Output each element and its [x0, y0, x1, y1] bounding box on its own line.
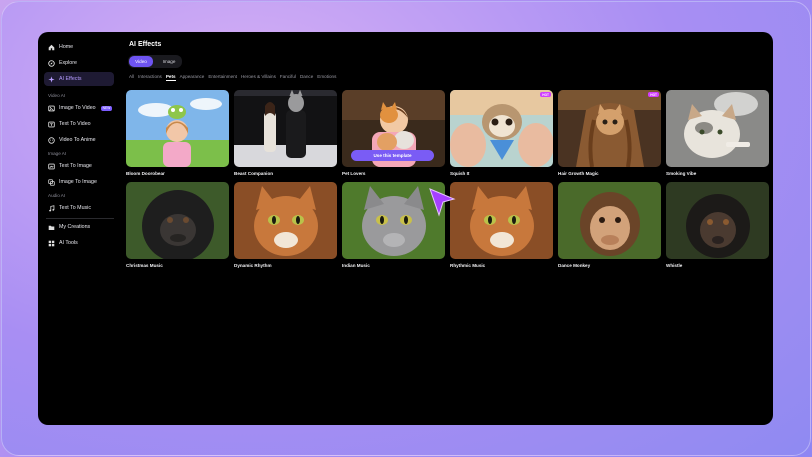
- hot-badge: HOT: [648, 92, 659, 97]
- effect-card[interactable]: Christmas Music: [126, 182, 229, 268]
- card-thumbnail: [558, 182, 661, 259]
- section-heading-audio-ai: Audio AI: [48, 193, 66, 198]
- card-title: Beast Companion: [234, 171, 274, 176]
- card-title: Indian Music: [342, 263, 370, 268]
- card-title: Pet Lovers: [342, 171, 366, 176]
- card-thumbnail: [666, 182, 769, 259]
- hot-badge: HOT: [540, 92, 551, 97]
- sidebar-item-label: Text To Music: [59, 205, 91, 211]
- card-title: Whistle: [666, 263, 683, 268]
- home-icon: [48, 44, 55, 51]
- compass-icon: [48, 59, 55, 67]
- sidebar-item-label: Text To Video: [59, 121, 91, 127]
- new-badge: NEW: [100, 105, 113, 111]
- effect-card[interactable]: Rhythmic Music: [450, 182, 553, 268]
- effect-card[interactable]: HOT Hair Growth Magic: [558, 90, 661, 176]
- section-heading-video-ai: Video AI: [48, 93, 66, 98]
- sidebar-item-label: Image To Video: [59, 105, 96, 111]
- category-tab-pets[interactable]: Pets: [165, 74, 176, 81]
- text-image-icon: [48, 163, 55, 170]
- effect-card[interactable]: Dance Monkey: [558, 182, 661, 268]
- sidebar-item-label: Text To Image: [59, 163, 92, 169]
- grid-icon: [48, 240, 55, 247]
- sidebar-item-text-to-video[interactable]: Text To Video: [44, 117, 114, 131]
- card-title: Dynamic Rhythm: [234, 263, 272, 268]
- category-tab-interactions[interactable]: Interactions: [138, 74, 162, 81]
- image-video-icon: [48, 105, 55, 112]
- effect-card[interactable]: HOT Squish It: [450, 90, 553, 176]
- sidebar-item-ai-effects[interactable]: AI Effects: [44, 72, 114, 86]
- effect-card[interactable]: Use this template Pet Lovers: [342, 90, 445, 176]
- sidebar-divider: [46, 218, 114, 219]
- category-tab-entertainment[interactable]: Entertainment: [208, 74, 237, 81]
- sidebar-item-label: AI Effects: [59, 76, 82, 82]
- sidebar-item-explore[interactable]: Explore: [44, 56, 114, 70]
- sidebar-item-text-to-music[interactable]: Text To Music: [44, 201, 114, 215]
- sidebar-item-label: My Creations: [59, 224, 91, 230]
- main-content: AI Effects Video Image All Interactions …: [124, 32, 773, 425]
- card-title: Bloom Doorobear: [126, 171, 165, 176]
- sidebar-item-label: Video To Anime: [59, 137, 96, 143]
- card-title: Rhythmic Music: [450, 263, 486, 268]
- image-image-icon: [48, 178, 55, 186]
- card-thumbnail: [126, 182, 229, 259]
- tab-video[interactable]: Video: [129, 56, 153, 67]
- folder-icon: [48, 224, 55, 231]
- sidebar: Home Explore AI Effects Video AI Image T…: [38, 32, 120, 425]
- section-heading-image-ai: Image AI: [48, 151, 67, 156]
- anime-icon: [48, 136, 55, 144]
- use-template-button[interactable]: Use this template: [351, 150, 434, 161]
- card-thumbnail: [666, 90, 769, 167]
- music-note-icon: [48, 204, 55, 212]
- category-tabs: All Interactions Pets Appearance Enterta…: [129, 74, 336, 81]
- category-tab-dance[interactable]: Dance: [300, 74, 313, 81]
- card-thumbnail: HOT: [558, 90, 661, 167]
- category-tab-fanciful[interactable]: Fanciful: [280, 74, 296, 81]
- card-thumbnail: Use this template: [342, 90, 445, 167]
- effect-card[interactable]: Whistle: [666, 182, 769, 268]
- media-type-toggle: Video Image: [128, 55, 182, 68]
- effect-card[interactable]: Beast Companion: [234, 90, 337, 176]
- sidebar-item-home[interactable]: Home: [44, 40, 114, 54]
- sidebar-item-image-to-video[interactable]: Image To Video NEW: [44, 101, 114, 115]
- category-tab-all[interactable]: All: [129, 74, 134, 81]
- card-title: Smoking Vibe: [666, 171, 697, 176]
- card-thumbnail: [126, 90, 229, 167]
- card-title: Squish It: [450, 171, 470, 176]
- effect-card[interactable]: Bloom Doorobear: [126, 90, 229, 176]
- card-title: Dance Monkey: [558, 263, 591, 268]
- sidebar-item-my-creations[interactable]: My Creations: [44, 220, 114, 234]
- sidebar-item-ai-tools[interactable]: AI Tools: [44, 236, 114, 250]
- cursor-pointer-icon: [429, 188, 456, 217]
- effect-card[interactable]: Smoking Vibe: [666, 90, 769, 176]
- category-tab-appearance[interactable]: Appearance: [180, 74, 205, 81]
- card-title: Hair Growth Magic: [558, 171, 599, 176]
- text-video-icon: [48, 121, 55, 128]
- sidebar-item-label: Home: [59, 44, 74, 50]
- sparkle-icon: [48, 75, 55, 83]
- category-tab-heroes-villains[interactable]: Heroes & Villains: [241, 74, 276, 81]
- card-title: Christmas Music: [126, 263, 163, 268]
- effect-card[interactable]: Dynamic Rhythm: [234, 182, 337, 268]
- card-thumbnail: [234, 182, 337, 259]
- sidebar-item-text-to-image[interactable]: Text To Image: [44, 159, 114, 173]
- page-title: AI Effects: [129, 41, 162, 48]
- app-window: Home Explore AI Effects Video AI Image T…: [38, 32, 773, 425]
- sidebar-item-label: AI Tools: [59, 240, 78, 246]
- card-thumbnail: HOT: [450, 90, 553, 167]
- sidebar-item-label: Explore: [59, 60, 77, 66]
- tab-image[interactable]: Image: [157, 56, 181, 67]
- category-tab-emotions[interactable]: Emotions: [317, 74, 336, 81]
- sidebar-item-image-to-image[interactable]: Image To Image: [44, 175, 114, 189]
- card-thumbnail: [234, 90, 337, 167]
- sidebar-item-label: Image To Image: [59, 179, 97, 185]
- sidebar-item-video-to-anime[interactable]: Video To Anime: [44, 133, 114, 147]
- card-thumbnail: [450, 182, 553, 259]
